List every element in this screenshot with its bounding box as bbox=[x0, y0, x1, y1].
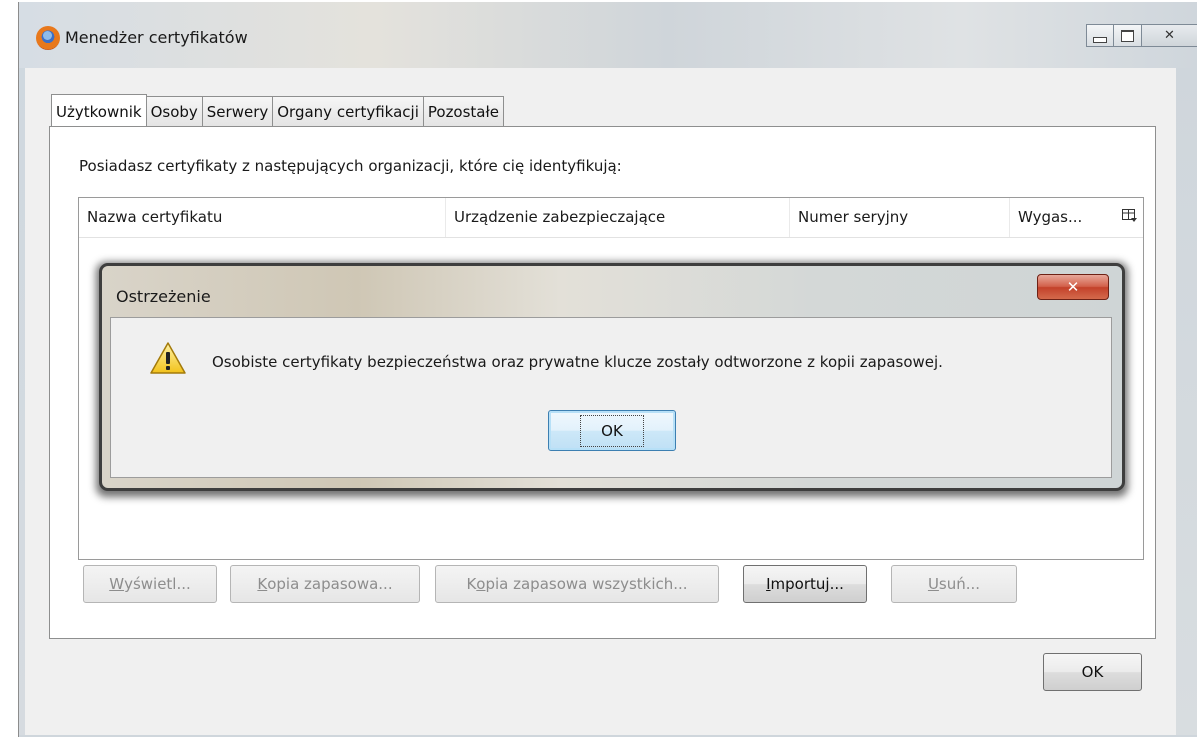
view-button[interactable]: Wyświetl... bbox=[83, 565, 217, 603]
column-security-device[interactable]: Urządzenie zabezpieczające bbox=[454, 208, 665, 226]
close-icon: ✕ bbox=[1164, 28, 1175, 43]
tab-people[interactable]: Osoby bbox=[145, 96, 203, 126]
title-bar[interactable]: Menedżer certyfikatów ✕ bbox=[19, 2, 1197, 68]
warning-dialog: Ostrzeżenie ✕ Osobiste certyfikaty bezpi… bbox=[99, 263, 1125, 491]
column-picker-icon[interactable] bbox=[1121, 207, 1137, 223]
dialog-message: Osobiste certyfikaty bezpieczeństwa oraz… bbox=[212, 353, 943, 371]
backup-button[interactable]: Kopia zapasowa... bbox=[230, 565, 420, 603]
ok-button[interactable]: OK bbox=[1043, 653, 1142, 691]
dialog-title: Ostrzeżenie bbox=[116, 287, 211, 306]
import-button[interactable]: Importuj... bbox=[743, 565, 867, 603]
panel-description: Posiadasz certyfikaty z następujących or… bbox=[79, 157, 622, 175]
column-expires[interactable]: Wygas... bbox=[1018, 208, 1082, 226]
window-title: Menedżer certyfikatów bbox=[65, 28, 248, 47]
column-serial-number[interactable]: Numer seryjny bbox=[798, 208, 908, 226]
delete-button[interactable]: Usuń... bbox=[891, 565, 1017, 603]
firefox-icon bbox=[36, 26, 60, 50]
caption-buttons: ✕ bbox=[1086, 24, 1197, 49]
dialog-ok-button[interactable]: OK bbox=[548, 410, 676, 451]
table-header: Nazwa certyfikatu Urządzenie zabezpiecza… bbox=[79, 198, 1143, 238]
close-icon: ✕ bbox=[1066, 278, 1080, 296]
dialog-close-button[interactable]: ✕ bbox=[1037, 274, 1109, 300]
minimize-button[interactable] bbox=[1086, 24, 1114, 47]
backup-all-button[interactable]: Ko pia zapasowa wszystkich... bbox=[435, 565, 719, 603]
tab-servers[interactable]: Serwery bbox=[201, 96, 274, 126]
tab-user[interactable]: Użytkownik bbox=[51, 94, 147, 126]
maximize-button[interactable] bbox=[1114, 24, 1142, 47]
dialog-body: Osobiste certyfikaty bezpieczeństwa oraz… bbox=[110, 317, 1112, 478]
maximize-icon bbox=[1121, 29, 1134, 42]
minimize-icon bbox=[1093, 36, 1107, 43]
column-certificate-name[interactable]: Nazwa certyfikatu bbox=[87, 208, 222, 226]
tab-authorities[interactable]: Organy certyfikacji bbox=[272, 96, 424, 126]
warning-icon bbox=[150, 342, 186, 374]
close-button[interactable]: ✕ bbox=[1142, 24, 1197, 47]
tab-strip: Użytkownik Osoby Serwery Organy certyfik… bbox=[51, 94, 504, 126]
tab-others[interactable]: Pozostałe bbox=[422, 96, 504, 126]
